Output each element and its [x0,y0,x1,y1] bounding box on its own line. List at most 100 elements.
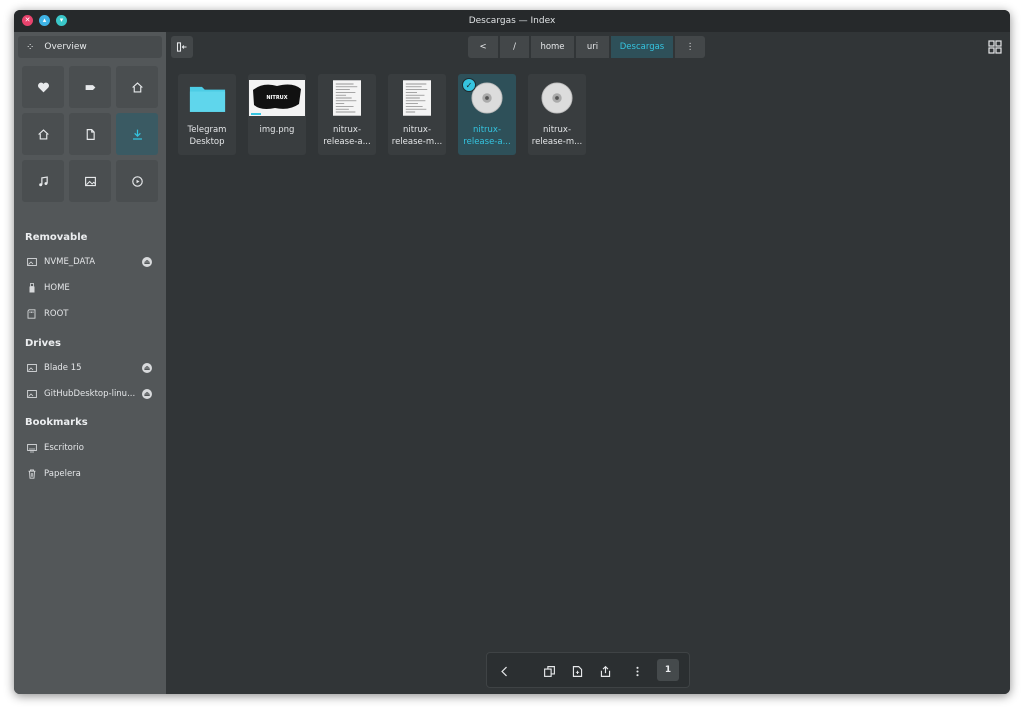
sidebar-toggle-button[interactable] [171,36,193,58]
sidebar-item-label: HOME [44,283,70,293]
tags-button[interactable] [69,66,111,108]
sidebar-item-escritorio[interactable]: Escritorio [20,437,160,459]
sidebar-item-label: ROOT [44,309,69,319]
trash-icon [27,469,37,479]
pictures-button[interactable] [69,160,111,202]
sidebar-item-blade-15[interactable]: Blade 15 ⏏ [20,357,160,379]
toolbar: < / home uri Descargas ⋮ [166,32,1010,62]
paste-icon [572,665,582,677]
breadcrumb: < / home uri Descargas ⋮ [468,36,705,58]
sidebar-item-githubdesktop[interactable]: GitHubDesktop-linu... ⏏ [20,383,160,405]
sidebar-item-root[interactable]: ROOT [20,303,160,325]
drive-icon [27,257,37,267]
heart-icon [37,82,49,92]
favorites-button[interactable] [22,66,64,108]
text-thumbnail [388,78,446,118]
image-thumbnail: NITRUX [248,78,306,118]
documents-button[interactable] [69,113,111,155]
overview-icon: ⁘ [26,41,35,53]
download-icon [132,129,142,140]
drive-icon [27,389,37,399]
share-icon [600,665,610,677]
folder-thumbnail [178,78,236,118]
text-document-icon [403,80,431,116]
home-button[interactable] [116,66,158,108]
selection-more-button[interactable] [627,661,647,681]
file-item-nitrux-release-a-iso[interactable]: ✓ nitrux-release-a... [458,74,516,155]
file-grid: Telegram Desktop NITRUX img.png nitrux- … [166,62,1010,694]
grid-view-icon [988,40,1002,54]
view-mode-button[interactable] [988,40,1002,54]
home-icon [37,128,49,140]
drive-icon [27,363,37,373]
paste-button[interactable] [567,661,587,681]
copy-button[interactable] [539,661,559,681]
selected-check-icon[interactable]: ✓ [462,78,476,92]
maximize-window-button[interactable]: ▾ [56,15,67,26]
window-title: Descargas — Index [468,16,556,26]
selection-clear-button[interactable] [494,661,514,681]
image-preview-icon: NITRUX [249,80,305,116]
file-label: nitrux-release-a... [463,125,511,147]
file-label: img.png [259,125,295,135]
home-icon [131,81,143,93]
eject-icon[interactable]: ⏏ [142,257,152,267]
drives-section-title: Drives [25,338,61,349]
folder-icon [189,86,225,112]
quick-access-grid [22,66,158,202]
videos-button[interactable] [116,160,158,202]
share-button[interactable] [595,661,615,681]
file-manager-window: ✕ ▴ ▾ Descargas — Index ⁘ Overview Remov… [14,10,1010,694]
text-document-icon [333,80,361,116]
breadcrumb-root[interactable]: / [500,36,529,58]
tag-icon [85,84,95,90]
window-controls: ✕ ▴ ▾ [22,15,67,26]
sidebar-item-label: Papelera [44,469,81,479]
file-item-nitrux-release-a-txt[interactable]: nitrux-release-a... [318,74,376,155]
selection-bar: 1 [486,652,690,688]
sidebar: ⁘ Overview Removable NVME_DATA ⏏ HOME RO… [14,32,166,694]
usb-icon [27,283,37,293]
selection-count-badge[interactable]: 1 [657,659,679,681]
more-vertical-icon [635,666,639,676]
breadcrumb-uri[interactable]: uri [576,36,609,58]
breadcrumb-home[interactable]: home [531,36,574,58]
sidebar-item-nvme-data[interactable]: NVME_DATA ⏏ [20,251,160,273]
home-button-2[interactable] [22,113,64,155]
file-label: Telegram Desktop [187,125,227,147]
file-item-telegram-desktop[interactable]: Telegram Desktop [178,74,236,155]
sidebar-item-label: GitHubDesktop-linu... [44,389,136,399]
breadcrumb-descargas[interactable]: Descargas [611,36,673,58]
sidebar-item-home[interactable]: HOME [20,277,160,299]
file-item-img-png[interactable]: NITRUX img.png [248,74,306,155]
video-icon [131,175,143,187]
downloads-button[interactable] [116,113,158,155]
image-icon [84,176,96,186]
file-label: nitrux-release-m... [531,125,583,147]
close-window-button[interactable]: ✕ [22,15,33,26]
sidebar-item-label: NVME_DATA [44,257,96,267]
sidebar-item-label: Escritorio [44,443,84,453]
path-back-button[interactable]: < [468,36,498,58]
bookmarks-section-title: Bookmarks [25,417,88,428]
overview-button[interactable]: ⁘ Overview [18,36,162,58]
minimize-window-button[interactable]: ▴ [39,15,50,26]
eject-icon[interactable]: ⏏ [142,363,152,373]
disc-image-icon [541,82,573,114]
copy-icon [543,665,555,677]
path-menu-button[interactable]: ⋮ [675,36,705,58]
file-item-nitrux-release-m-txt[interactable]: nitrux-release-m... [388,74,446,155]
titlebar: ✕ ▴ ▾ Descargas — Index [14,10,1010,32]
desktop-icon [27,443,37,453]
file-label: nitrux-release-m... [391,125,443,147]
sidebar-collapse-icon [176,42,187,52]
sidebar-item-label: Blade 15 [44,363,82,373]
svg-text:NITRUX: NITRUX [266,95,287,101]
file-item-nitrux-release-m-iso[interactable]: nitrux-release-m... [528,74,586,155]
eject-icon[interactable]: ⏏ [142,389,152,399]
overview-label: Overview [44,42,87,52]
file-label: nitrux-release-a... [323,125,371,147]
disc-image-icon [471,82,503,114]
sidebar-item-papelera[interactable]: Papelera [20,463,160,485]
music-button[interactable] [22,160,64,202]
